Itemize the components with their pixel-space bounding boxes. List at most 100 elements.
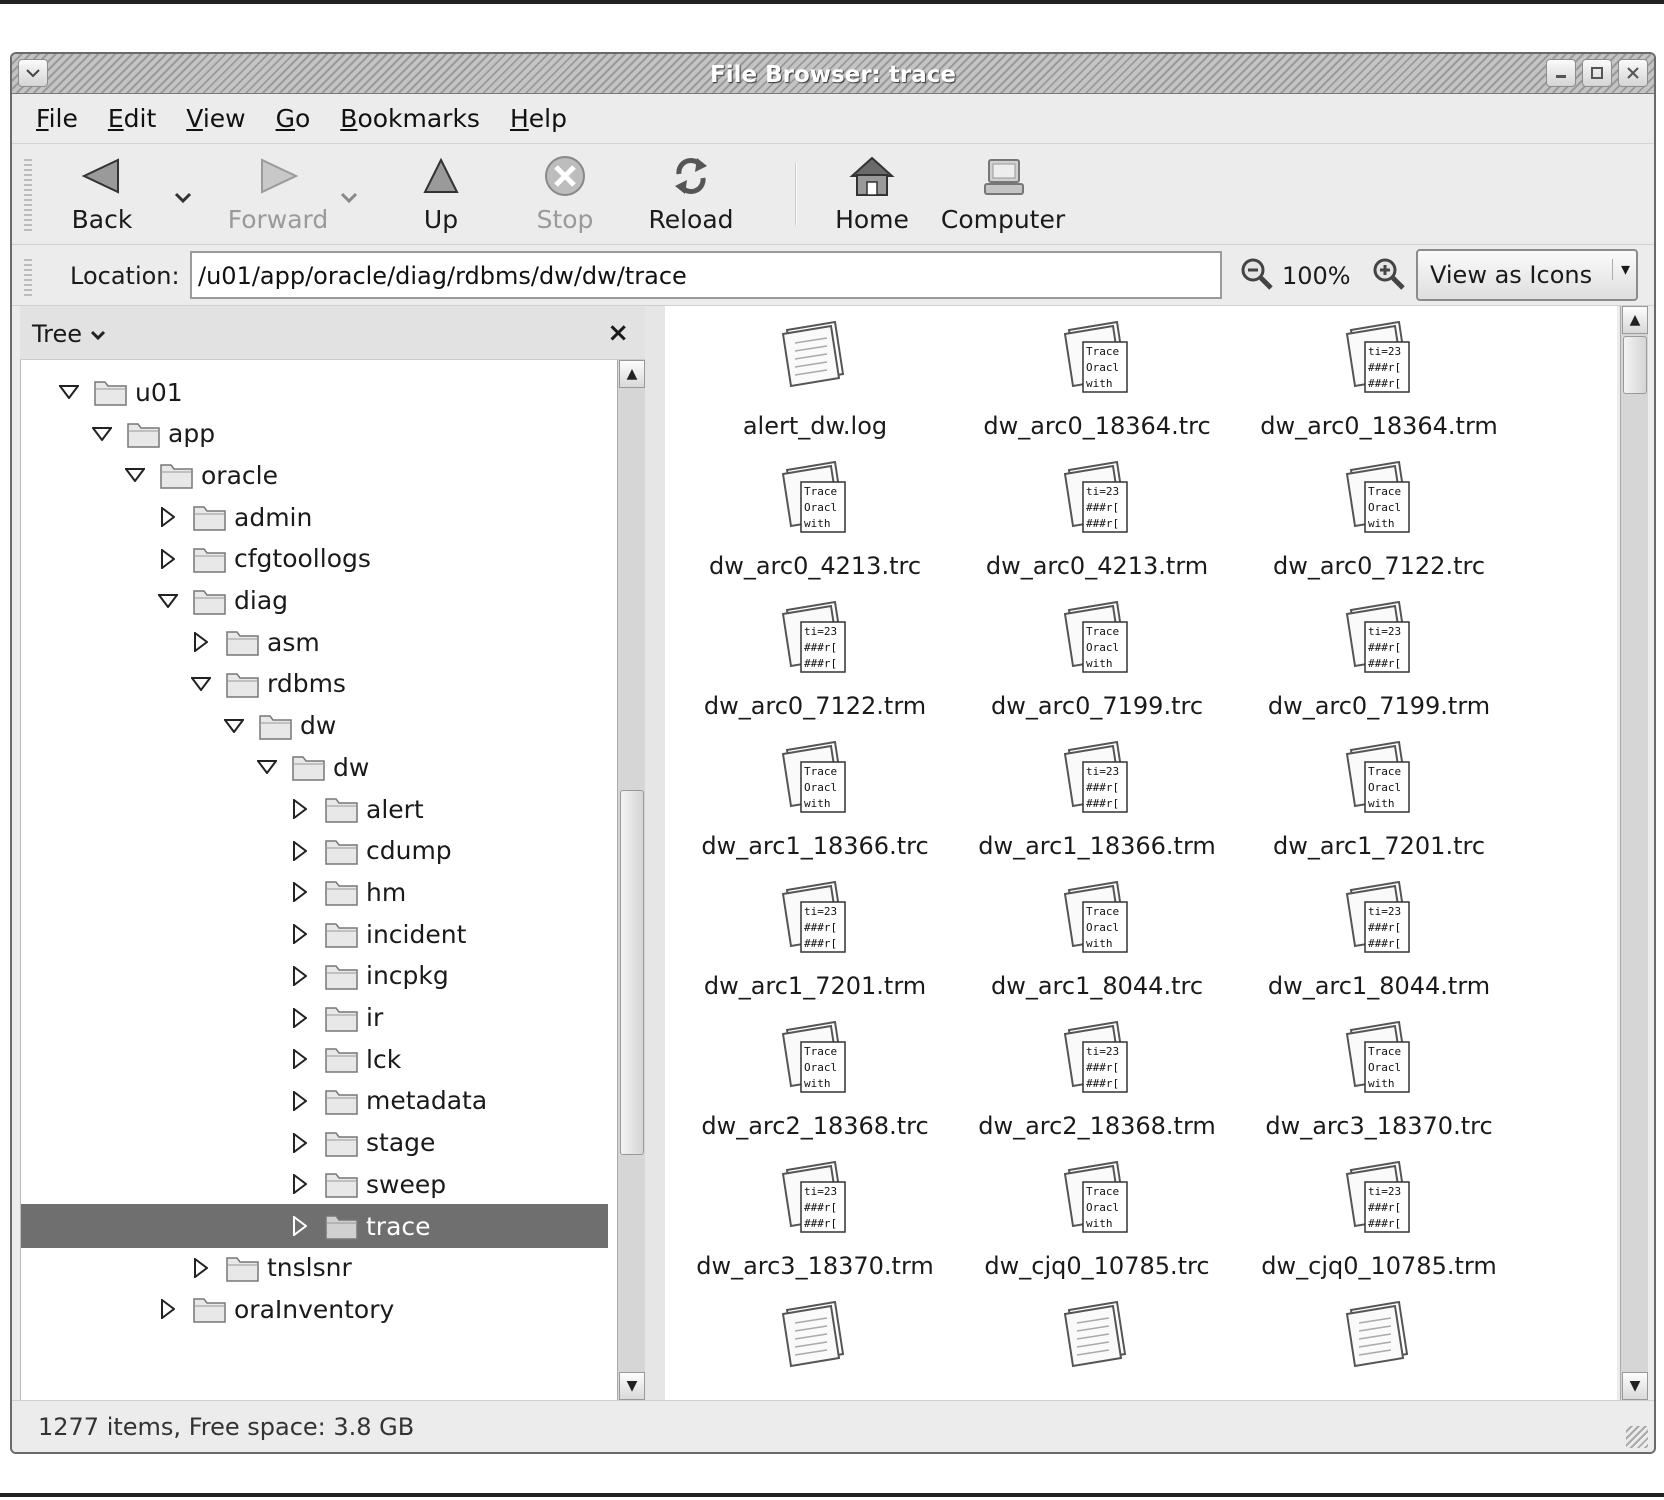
toolbar-grip[interactable] xyxy=(24,159,32,231)
close-button[interactable] xyxy=(1618,59,1648,87)
expander-collapsed-icon[interactable] xyxy=(286,1129,314,1157)
file-item[interactable]: Trace Oracl with dw_arc0_7122.trc xyxy=(1229,458,1529,598)
scroll-up-button[interactable]: ▲ xyxy=(1622,306,1648,334)
zoom-in-button[interactable] xyxy=(1372,257,1406,295)
expander-expanded-icon[interactable] xyxy=(88,420,116,448)
view-mode-select[interactable]: View as Icons ▾ xyxy=(1416,249,1638,301)
file-item[interactable]: ti=23 ###r[###r[dw_arc1_18366.trm xyxy=(947,738,1247,878)
expander-expanded-icon[interactable] xyxy=(220,712,248,740)
tree-row[interactable]: metadata xyxy=(21,1079,608,1123)
expander-collapsed-icon[interactable] xyxy=(154,503,182,531)
expander-expanded-icon[interactable] xyxy=(55,378,83,406)
file-item[interactable]: Trace Oracl with dw_arc3_18370.trc xyxy=(1229,1018,1529,1158)
forward-history-dropdown[interactable] xyxy=(340,185,358,209)
reload-button[interactable]: Reload xyxy=(648,151,734,239)
file-item[interactable]: Trace Oracl with dw_arc2_18368.trc xyxy=(665,1018,965,1158)
sidepane-title-dropdown[interactable]: Tree xyxy=(32,320,106,348)
tree-row[interactable]: ir xyxy=(21,996,608,1040)
home-button[interactable]: Home xyxy=(834,151,910,239)
file-item[interactable]: ti=23 ###r[###r[dw_arc0_4213.trm xyxy=(947,458,1247,598)
expander-collapsed-icon[interactable] xyxy=(286,1045,314,1073)
menu-bookmarks[interactable]: Bookmarks xyxy=(340,104,480,133)
file-item[interactable]: ti=23 ###r[###r[dw_arc2_18368.trm xyxy=(947,1018,1247,1158)
menu-edit[interactable]: Edit xyxy=(108,104,156,133)
expander-collapsed-icon[interactable] xyxy=(187,1254,215,1282)
maximize-button[interactable] xyxy=(1582,59,1612,87)
file-item-partial[interactable] xyxy=(947,1298,1247,1400)
tree-row[interactable]: alert xyxy=(21,787,608,831)
sidepane-close-button[interactable]: × xyxy=(607,318,629,348)
expander-expanded-icon[interactable] xyxy=(121,461,149,489)
expander-collapsed-icon[interactable] xyxy=(187,628,215,656)
expander-expanded-icon[interactable] xyxy=(187,670,215,698)
tree-row[interactable]: dw xyxy=(21,745,608,789)
location-input[interactable]: /u01/app/oracle/diag/rdbms/dw/dw/trace xyxy=(190,251,1222,299)
tree-row[interactable]: cfgtoollogs xyxy=(21,537,608,581)
expander-expanded-icon[interactable] xyxy=(253,753,281,781)
icon-view-scrollbar[interactable]: ▲ ▼ xyxy=(1620,306,1648,1400)
file-item-partial[interactable] xyxy=(665,1298,965,1400)
expander-collapsed-icon[interactable] xyxy=(286,920,314,948)
back-button[interactable]: Back xyxy=(62,151,142,239)
scroll-up-button[interactable]: ▲ xyxy=(619,360,645,388)
tree-row[interactable]: oraInventory xyxy=(21,1287,608,1331)
title-bar[interactable]: File Browser: trace xyxy=(12,54,1654,94)
tree-row[interactable]: asm xyxy=(21,620,608,664)
expander-collapsed-icon[interactable] xyxy=(154,1295,182,1323)
menu-view[interactable]: View xyxy=(186,104,245,133)
file-item[interactable]: ti=23 ###r[###r[dw_arc1_7201.trm xyxy=(665,878,965,1018)
scroll-down-button[interactable]: ▼ xyxy=(619,1372,645,1400)
expander-collapsed-icon[interactable] xyxy=(286,1170,314,1198)
file-item-partial[interactable] xyxy=(1229,1298,1529,1400)
tree-row[interactable]: rdbms xyxy=(21,662,608,706)
tree-row[interactable]: lck xyxy=(21,1037,608,1081)
file-item[interactable]: Trace Oracl with dw_arc0_4213.trc xyxy=(665,458,965,598)
file-item[interactable]: ti=23 ###r[###r[dw_arc1_8044.trm xyxy=(1229,878,1529,1018)
expander-collapsed-icon[interactable] xyxy=(286,1004,314,1032)
expander-collapsed-icon[interactable] xyxy=(286,962,314,990)
file-item[interactable]: ti=23 ###r[###r[dw_cjq0_10785.trm xyxy=(1229,1158,1529,1298)
file-item[interactable]: ti=23 ###r[###r[dw_arc0_18364.trm xyxy=(1229,318,1529,458)
expander-collapsed-icon[interactable] xyxy=(286,878,314,906)
file-item[interactable]: ti=23 ###r[###r[dw_arc0_7199.trm xyxy=(1229,598,1529,738)
expander-collapsed-icon[interactable] xyxy=(286,1087,314,1115)
tree-row[interactable]: app xyxy=(21,412,608,456)
icon-view-scrollbar-thumb[interactable] xyxy=(1623,336,1647,394)
zoom-level[interactable]: 100% xyxy=(1282,262,1351,290)
tree-row[interactable]: stage xyxy=(21,1121,608,1165)
file-item[interactable]: Trace Oracl with dw_cjq0_10785.trc xyxy=(947,1158,1247,1298)
menu-go[interactable]: Go xyxy=(276,104,311,133)
file-item[interactable]: Trace Oracl with dw_arc0_18364.trc xyxy=(947,318,1247,458)
tree-row[interactable]: oracle xyxy=(21,453,608,497)
tree-row[interactable]: incident xyxy=(21,912,608,956)
expander-collapsed-icon[interactable] xyxy=(286,837,314,865)
expander-collapsed-icon[interactable] xyxy=(154,545,182,573)
resize-grip[interactable] xyxy=(1626,1426,1648,1448)
file-item[interactable]: alert_dw.log xyxy=(665,318,965,458)
tree-row[interactable]: cdump xyxy=(21,829,608,873)
tree-row[interactable]: tnslsnr xyxy=(21,1246,608,1290)
tree-scrollbar-thumb[interactable] xyxy=(620,790,644,1155)
forward-button[interactable]: Forward xyxy=(224,151,332,239)
tree-row[interactable]: admin xyxy=(21,495,608,539)
tree-row[interactable]: sweep xyxy=(21,1162,608,1206)
menu-help[interactable]: Help xyxy=(510,104,567,133)
file-item[interactable]: Trace Oracl with dw_arc0_7199.trc xyxy=(947,598,1247,738)
tree-row[interactable]: dw xyxy=(21,704,608,748)
expander-expanded-icon[interactable] xyxy=(154,587,182,615)
minimize-button[interactable] xyxy=(1546,59,1576,87)
file-item[interactable]: ti=23 ###r[###r[dw_arc0_7122.trm xyxy=(665,598,965,738)
computer-button[interactable]: Computer xyxy=(941,151,1065,239)
tree-row[interactable]: hm xyxy=(21,870,608,914)
pane-divider[interactable] xyxy=(645,306,665,1400)
stop-button[interactable]: Stop xyxy=(532,151,598,239)
menu-file[interactable]: File xyxy=(36,104,78,133)
expander-collapsed-icon[interactable] xyxy=(286,1212,314,1240)
file-item[interactable]: ti=23 ###r[###r[dw_arc3_18370.trm xyxy=(665,1158,965,1298)
tree-scrollbar[interactable]: ▲ ▼ xyxy=(617,360,645,1400)
back-history-dropdown[interactable] xyxy=(174,185,192,209)
tree-row[interactable]: trace xyxy=(21,1204,608,1248)
tree-row[interactable]: incpkg xyxy=(21,954,608,998)
file-item[interactable]: Trace Oracl with dw_arc1_8044.trc xyxy=(947,878,1247,1018)
location-bar-grip[interactable] xyxy=(24,256,32,296)
